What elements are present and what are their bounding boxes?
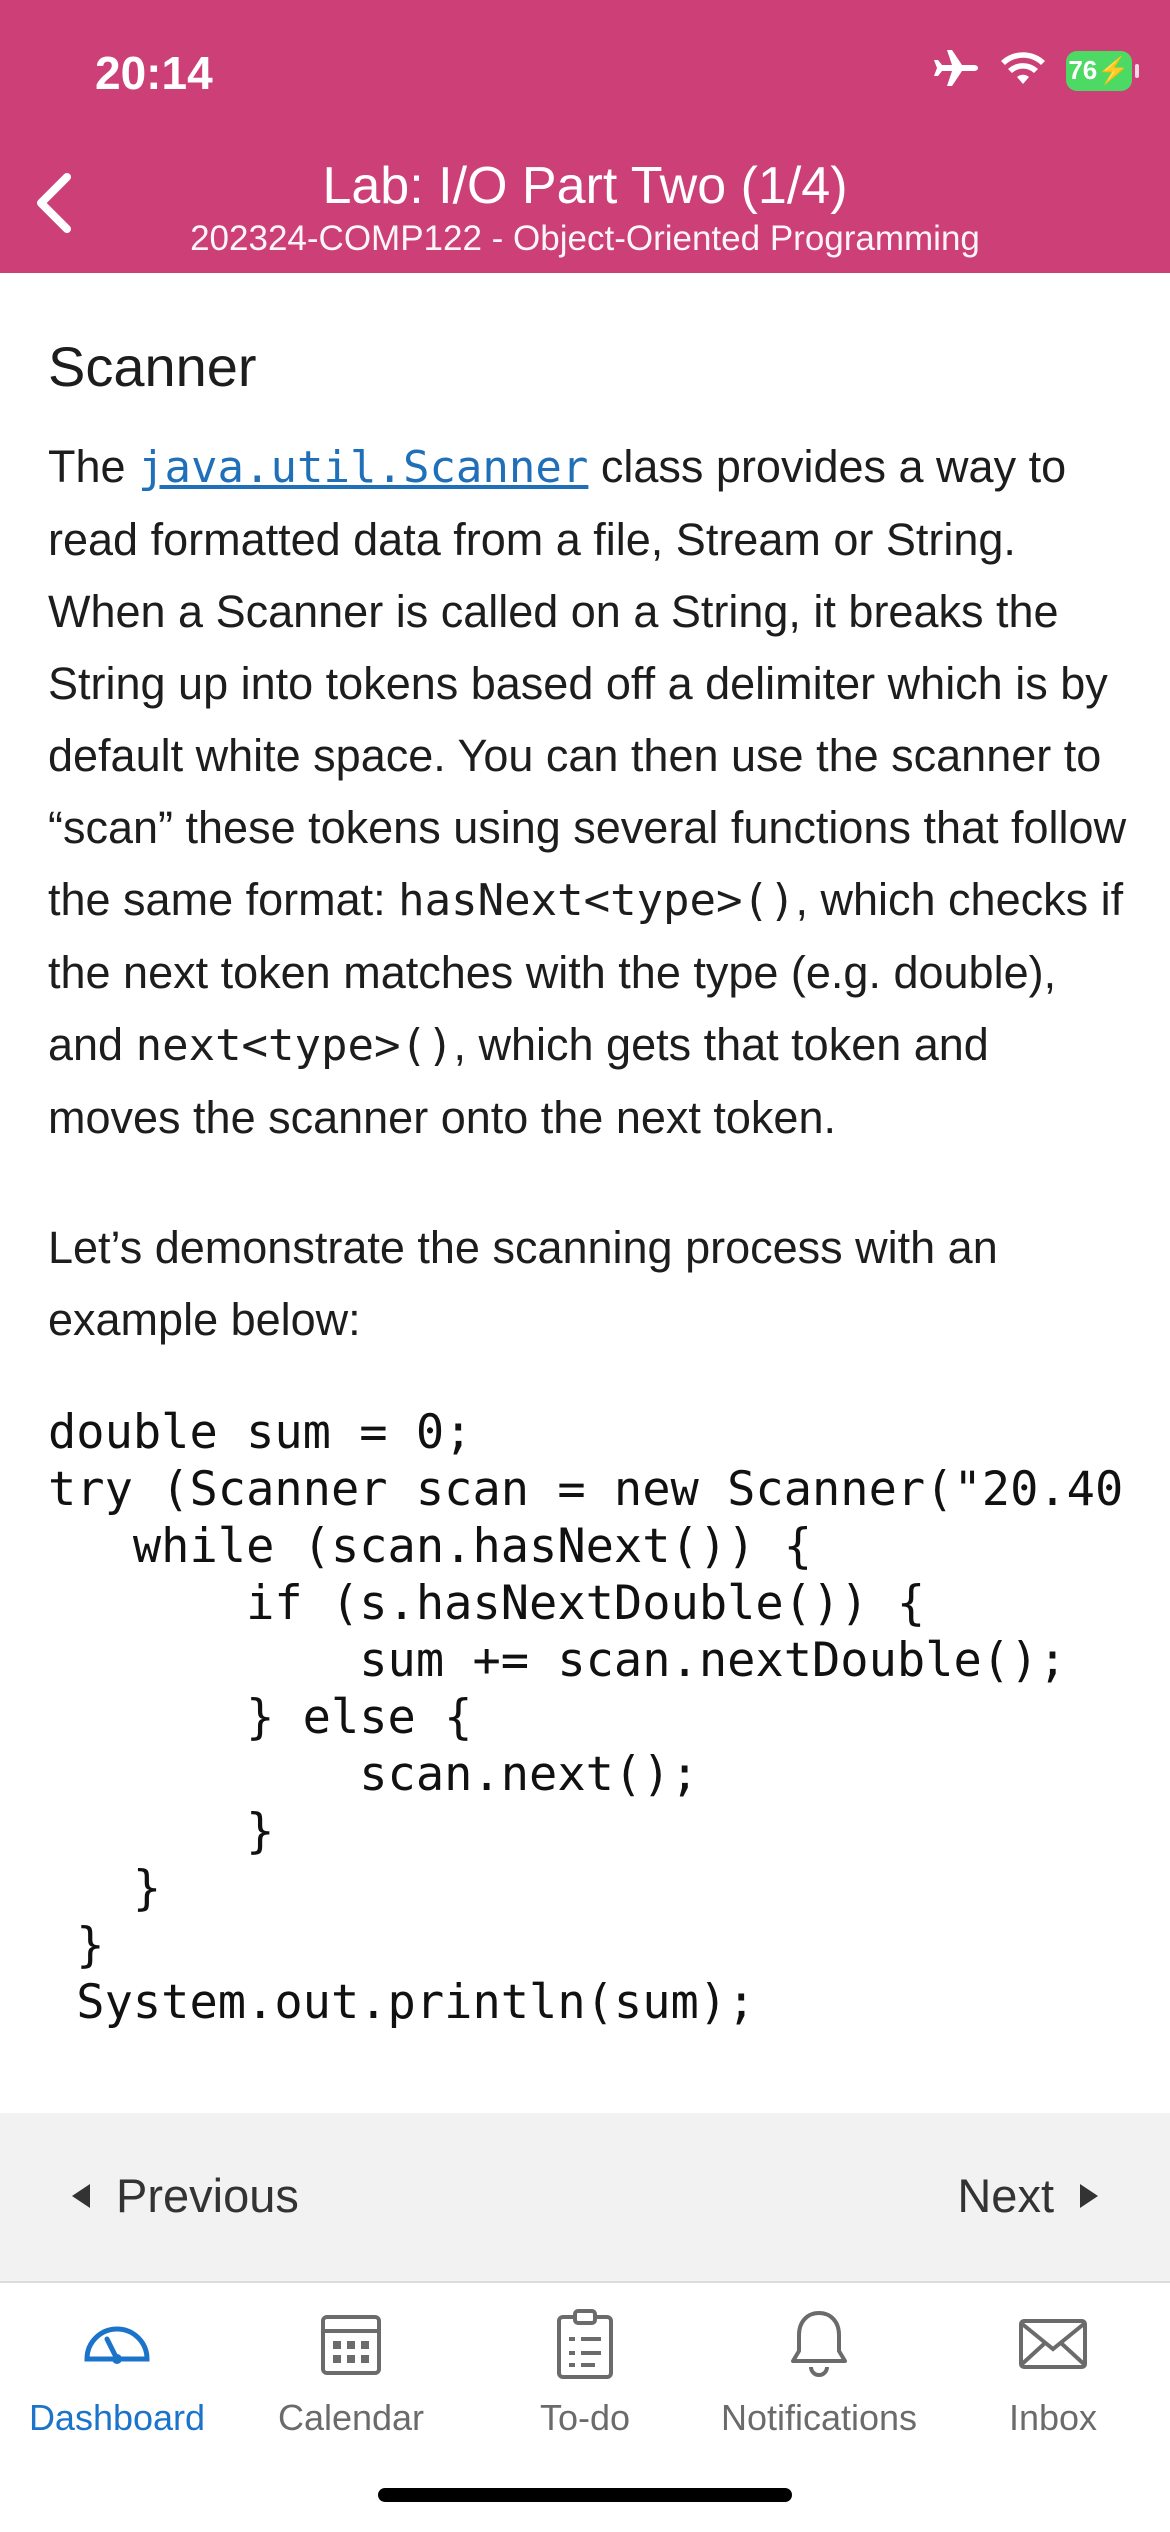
code-line: if (s.hasNextDouble()) { [48,1576,926,1631]
caret-left-icon [72,2183,90,2208]
scanner-doc-link[interactable]: java.util.Scanner [138,442,588,493]
next-button[interactable]: Next [957,2168,1100,2223]
mail-icon [1019,2319,1087,2369]
todo-icon [557,2309,613,2379]
code-line: sum += scan.nextDouble(); [48,1633,1067,1688]
code-line: System.out.println(sum); [48,1975,756,2030]
tab-calendar[interactable]: Calendar [234,2303,468,2439]
home-indicator[interactable] [378,2488,792,2502]
tab-label: Dashboard [28,2397,206,2438]
code-block: double sum = 0; try (Scanner scan = new S… [48,1404,1128,2031]
header-bar: 20:14 76 ⚡ Lab: I/O Part Two (1/4) 20232… [0,0,1170,273]
bell-icon [791,2311,847,2377]
scanner-paragraph: The java.util.Scanner class provides a w… [48,431,1128,1154]
previous-button[interactable]: Previous [70,2168,299,2223]
para-text-2: class provides a way to read formatted d… [48,441,1127,925]
tab-inbox[interactable]: Inbox [936,2303,1170,2439]
code-line: while (scan.hasNext()) { [48,1519,813,1574]
title-block: Lab: I/O Part Two (1/4) 202324-COMP122 -… [0,155,1170,261]
code-line: } [48,1804,275,1859]
tab-label: Inbox [1008,2397,1098,2438]
tab-dashboard[interactable]: Dashboard [0,2303,234,2439]
code-line: try (Scanner scan = new Scanner("20.40 [48,1462,1124,1517]
code-line: } else { [48,1690,473,1745]
page-navigation-bar: Previous Next [0,2113,1170,2283]
tab-notifications[interactable]: Notifications [702,2303,936,2439]
caret-right-icon [1080,2183,1098,2208]
tab-label: Calendar [277,2397,425,2438]
code-line: } [48,1918,105,1973]
next-label: Next [957,2169,1054,2222]
status-time: 20:14 [95,47,213,99]
page-content[interactable]: Scanner The java.util.Scanner class prov… [48,273,1128,2113]
inline-code-next: next<type>() [135,1020,454,1071]
page-title: Lab: I/O Part Two (1/4) [322,157,848,215]
inline-code-hasnext: hasNext<type>() [398,875,796,926]
airplane-icon [932,48,980,93]
dashboard-icon [84,2326,150,2364]
wifi-icon [1000,50,1046,91]
code-line: scan.next(); [48,1747,699,1802]
battery-indicator: 76 ⚡ [1066,50,1139,91]
code-line: } [48,1861,162,1916]
calendar-icon [321,2315,381,2375]
charging-icon: ⚡ [1097,55,1130,85]
section-title: Scanner [48,335,257,398]
course-subtitle: 202324-COMP122 - Object-Oriented Program… [190,219,980,258]
para-text-1: The [48,441,139,492]
tab-label: To-do [539,2397,631,2438]
code-line: double sum = 0; [48,1405,473,1460]
previous-label: Previous [116,2169,299,2222]
battery-level: 76 [1068,55,1098,85]
tab-label: Notifications [720,2397,918,2438]
tab-todo[interactable]: To-do [468,2303,702,2439]
example-intro-paragraph: Let’s demonstrate the scanning process w… [48,1222,998,1345]
status-icons: 76 ⚡ [932,48,1139,93]
